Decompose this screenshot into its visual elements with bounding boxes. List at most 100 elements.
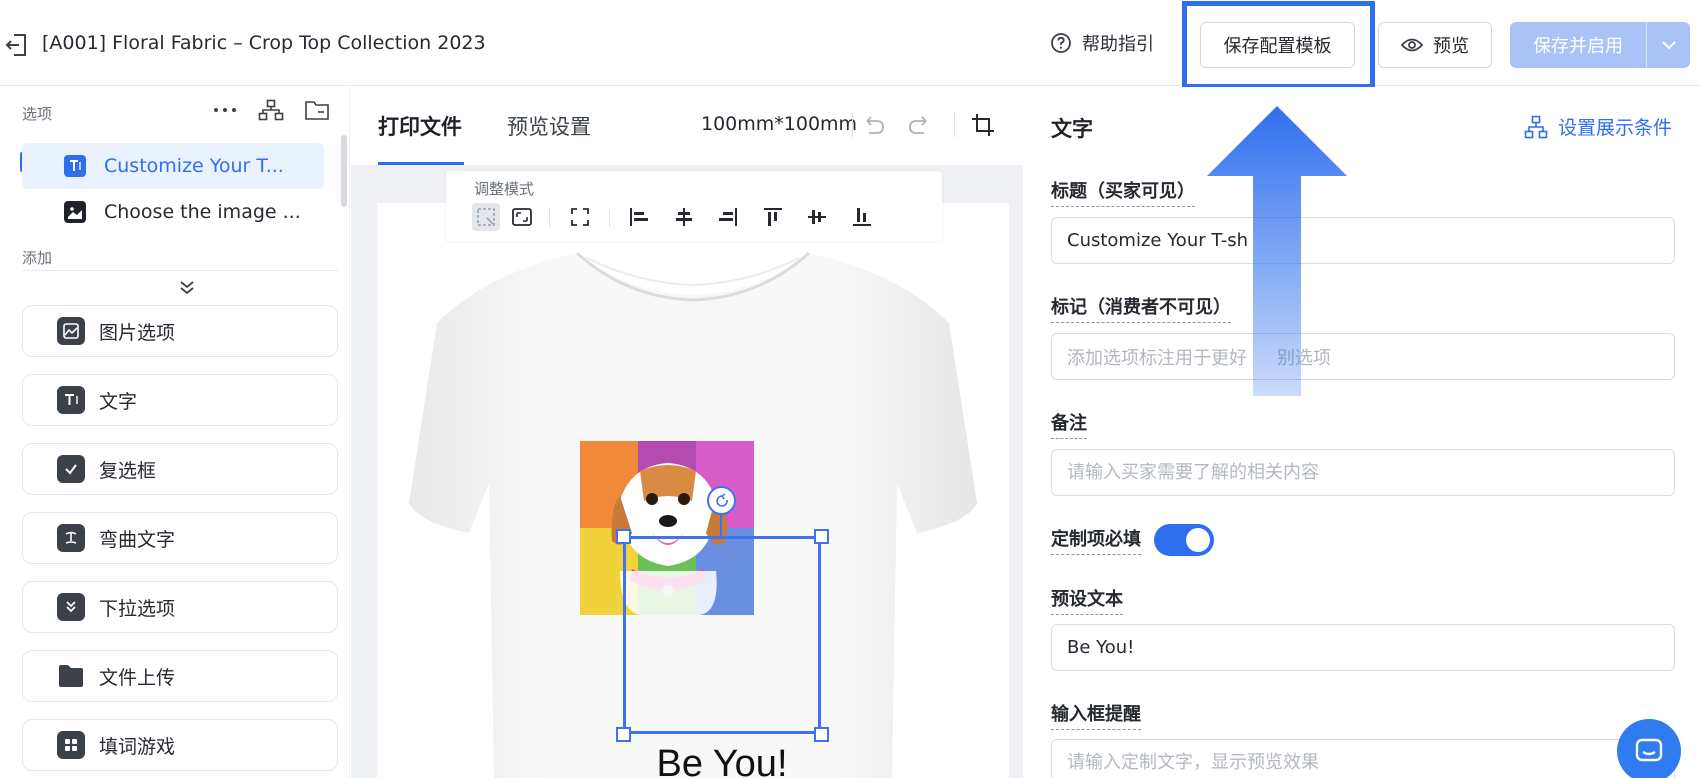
rotate-icon (715, 492, 728, 507)
eye-icon (1401, 38, 1423, 52)
align-middle-button[interactable] (803, 203, 831, 231)
product-canvas: Be You! (377, 203, 1009, 778)
input-hint-label: 输入框提醒 (1051, 700, 1141, 730)
add-word-game-button[interactable]: 填词游戏 (22, 719, 338, 771)
resize-handle-top-left[interactable] (616, 529, 631, 544)
canvas-area: 打印文件 预览设置 100mm*100mm Be You! 调整模式 (351, 87, 1023, 778)
resize-handle-bottom-right[interactable] (814, 727, 829, 742)
align-left-button[interactable] (625, 203, 653, 231)
dropdown-icon (57, 593, 85, 621)
title-field[interactable] (1051, 217, 1675, 264)
preset-text-field[interactable] (1051, 624, 1675, 671)
required-label: 定制项必填 (1051, 525, 1141, 555)
hierarchy-icon[interactable] (258, 99, 284, 121)
crop-icon[interactable] (969, 111, 997, 139)
design-stage: Be You! 调整模式 (351, 165, 1023, 778)
frame-mode[interactable] (508, 203, 536, 231)
divider (852, 113, 853, 137)
undo-icon[interactable] (859, 111, 887, 139)
preview-button[interactable]: 预览 (1378, 22, 1492, 68)
add-file-upload-button[interactable]: 文件上传 (22, 650, 338, 702)
align-center-icon (676, 208, 692, 226)
divider (22, 270, 338, 271)
add-section-label: 添加 (22, 249, 53, 267)
selection-frame[interactable] (623, 536, 821, 734)
add-item-label: 下拉选项 (99, 597, 176, 620)
chat-support-button[interactable] (1617, 719, 1681, 778)
mark-field-placeholder: 添加选项标注用于更好 (1067, 347, 1247, 369)
align-middle-icon (808, 210, 826, 224)
select-area-mode[interactable] (472, 203, 500, 231)
folder-icon (57, 662, 85, 690)
rotate-handle[interactable] (707, 486, 736, 515)
option-item-label: Choose the image ... (104, 201, 301, 223)
add-text-button[interactable]: 文字 (22, 374, 338, 426)
frame-icon (512, 208, 532, 226)
mark-field[interactable]: 添加选项标注用于更好 别选项 (1051, 333, 1675, 380)
note-field-label: 备注 (1051, 409, 1087, 439)
folder-minus-icon[interactable] (304, 99, 330, 121)
required-toggle[interactable] (1154, 524, 1214, 556)
add-image-option-button[interactable]: 图片选项 (22, 305, 338, 357)
divider (549, 209, 550, 227)
print-text-layer[interactable]: Be You! (617, 743, 827, 778)
panel-title: 文字 (1051, 117, 1093, 141)
align-right-button[interactable] (714, 203, 742, 231)
align-right-icon (719, 208, 737, 226)
text-icon (64, 155, 86, 177)
options-sidebar: 选项 Customize Your T... Choose the image … (0, 87, 350, 778)
double-chevron-down-icon[interactable] (175, 278, 199, 298)
option-item-customize-text[interactable]: Customize Your T... (22, 143, 324, 189)
input-hint-field[interactable] (1051, 739, 1675, 778)
align-center-horizontal-button[interactable] (670, 203, 698, 231)
save-and-enable-button[interactable]: 保存并启用 (1510, 22, 1690, 68)
align-bottom-button[interactable] (848, 203, 876, 231)
align-left-icon (630, 208, 648, 226)
note-field[interactable] (1051, 449, 1675, 496)
fit-to-canvas-button[interactable] (566, 203, 594, 231)
dashed-select-icon (477, 208, 495, 226)
adjust-mode-toolbar: 调整模式 (446, 171, 942, 241)
help-guide-link[interactable]: 帮助指引 (1050, 30, 1154, 56)
checkbox-icon (57, 455, 85, 483)
curved-text-icon (57, 524, 85, 552)
save-template-button[interactable]: 保存配置模板 (1200, 22, 1355, 68)
expand-icon (571, 208, 589, 226)
options-section-label: 选项 (22, 105, 53, 123)
preset-text-label: 预设文本 (1051, 585, 1123, 615)
image-option-icon (57, 317, 85, 345)
align-bottom-icon (853, 208, 871, 226)
display-conditions-label: 设置展示条件 (1558, 117, 1673, 139)
mark-field-placeholder-suffix: 别选项 (1277, 347, 1331, 369)
text-icon (57, 386, 85, 414)
chat-icon (1635, 738, 1663, 762)
mark-field-label: 标记（消费者不可见） (1051, 293, 1231, 323)
image-icon (64, 201, 86, 223)
resize-handle-top-right[interactable] (814, 529, 829, 544)
top-bar: [A001] Floral Fabric – Crop Top Collecti… (0, 0, 1700, 89)
save-options-dropdown[interactable] (1646, 22, 1690, 68)
chevron-down-icon (1661, 41, 1676, 50)
add-dropdown-button[interactable]: 下拉选项 (22, 581, 338, 633)
adjust-mode-title: 调整模式 (474, 180, 535, 198)
add-checkbox-button[interactable]: 复选框 (22, 443, 338, 495)
toggle-knob (1186, 528, 1210, 552)
add-curved-text-button[interactable]: 弯曲文字 (22, 512, 338, 564)
option-item-label: Customize Your T... (104, 155, 284, 177)
save-and-enable-label: 保存并启用 (1533, 36, 1623, 57)
redo-icon[interactable] (906, 111, 934, 139)
options-scrollbar[interactable] (341, 135, 347, 207)
help-guide-label: 帮助指引 (1082, 34, 1154, 55)
exit-icon[interactable] (4, 32, 28, 58)
tab-print-file[interactable]: 打印文件 (378, 111, 462, 141)
tab-preview-settings[interactable]: 预览设置 (507, 111, 591, 141)
canvas-size-label: 100mm*100mm (701, 113, 858, 135)
add-item-label: 填词游戏 (99, 735, 176, 758)
resize-handle-bottom-left[interactable] (616, 727, 631, 742)
display-conditions-link[interactable]: 设置展示条件 (1524, 113, 1672, 140)
more-icon[interactable] (212, 99, 238, 121)
divider (954, 113, 955, 137)
option-item-choose-image[interactable]: Choose the image ... (22, 189, 324, 235)
align-top-button[interactable] (759, 203, 787, 231)
preview-label: 预览 (1433, 36, 1469, 57)
